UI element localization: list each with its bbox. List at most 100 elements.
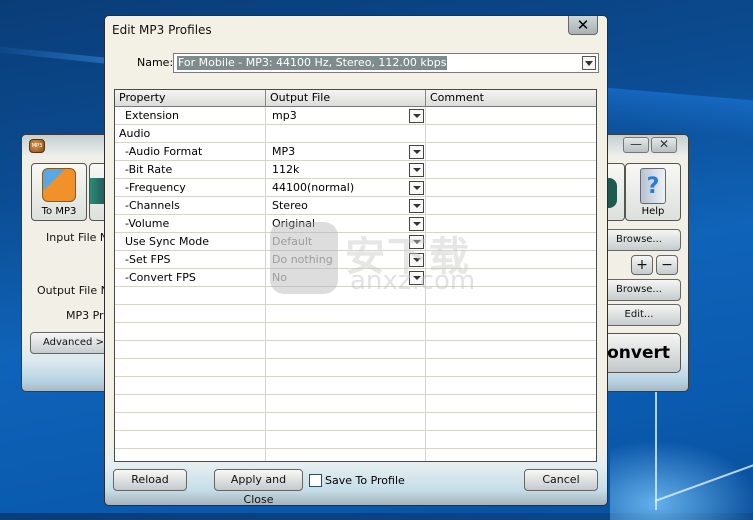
table-row[interactable]: Audio <box>115 125 596 143</box>
chevron-down-icon[interactable] <box>409 199 424 213</box>
empty-cell <box>115 431 266 448</box>
empty-cell <box>115 341 266 358</box>
table-row[interactable]: -Volume Original <box>115 215 596 233</box>
comment-cell[interactable] <box>426 197 596 214</box>
empty-cell <box>266 431 426 448</box>
table-row[interactable]: -Audio Format MP3 <box>115 143 596 161</box>
empty-cell <box>115 413 266 430</box>
property-cell: Audio <box>115 125 266 142</box>
comment-cell[interactable] <box>426 233 596 250</box>
comment-cell[interactable] <box>426 179 596 196</box>
value-cell[interactable]: Do nothing <box>266 251 426 268</box>
remove-button[interactable]: − <box>656 255 678 275</box>
add-button[interactable]: + <box>631 255 653 275</box>
tool-button-partial[interactable] <box>605 163 625 221</box>
property-cell: -Volume <box>115 215 266 232</box>
column-header-output-file[interactable]: Output File <box>266 90 426 106</box>
comment-cell[interactable] <box>426 269 596 286</box>
empty-cell <box>115 395 266 412</box>
table-row[interactable]: Extension mp3 <box>115 107 596 125</box>
chevron-down-icon[interactable] <box>409 145 424 159</box>
empty-cell <box>115 323 266 340</box>
comment-cell[interactable] <box>426 107 596 124</box>
table-row[interactable]: -Channels Stereo <box>115 197 596 215</box>
save-to-profile-label[interactable]: Save To Profile <box>325 474 405 487</box>
empty-cell <box>426 431 596 448</box>
chevron-down-icon[interactable] <box>409 217 424 231</box>
empty-cell <box>115 305 266 322</box>
comment-cell[interactable] <box>426 161 596 178</box>
minimize-button[interactable]: — <box>623 137 649 153</box>
empty-table-row <box>115 287 596 305</box>
chevron-down-icon[interactable] <box>582 56 596 70</box>
save-to-profile-checkbox[interactable] <box>309 474 322 487</box>
close-icon: ✕ <box>576 16 590 34</box>
empty-cell <box>115 287 266 304</box>
table-row[interactable]: -Bit Rate 112k <box>115 161 596 179</box>
cancel-button[interactable]: Cancel <box>524 469 598 491</box>
value-cell[interactable]: Original <box>266 215 426 232</box>
value-cell[interactable]: Stereo <box>266 197 426 214</box>
empty-table-row <box>115 341 596 359</box>
value-cell[interactable]: Default <box>266 233 426 250</box>
value-text: Default <box>272 235 313 248</box>
empty-cell <box>266 395 426 412</box>
empty-cell <box>115 359 266 376</box>
value-cell[interactable]: No <box>266 269 426 286</box>
desktop-glow <box>610 440 753 520</box>
value-text: mp3 <box>272 109 297 122</box>
property-grid: Property Output File Comment Extension mp… <box>114 89 597 462</box>
reload-button[interactable]: Reload <box>113 469 187 491</box>
apply-and-close-button[interactable]: Apply and Close <box>214 469 303 506</box>
value-text: Do nothing <box>272 253 333 266</box>
column-header-comment[interactable]: Comment <box>426 90 596 106</box>
empty-cell <box>266 377 426 394</box>
empty-cell <box>266 287 426 304</box>
empty-cell <box>426 323 596 340</box>
empty-table-row <box>115 305 596 323</box>
browse-output-button[interactable]: Browse... <box>597 279 681 301</box>
chevron-down-icon[interactable] <box>409 181 424 195</box>
profile-name-value[interactable]: For Mobile - MP3: 44100 Hz, Stereo, 112.… <box>177 56 448 70</box>
value-cell[interactable]: MP3 <box>266 143 426 160</box>
value-text: Original <box>272 217 316 230</box>
chevron-down-icon[interactable] <box>409 271 424 285</box>
table-row[interactable]: -Frequency 44100(normal) <box>115 179 596 197</box>
chevron-down-icon[interactable] <box>409 235 424 249</box>
value-text: Stereo <box>272 199 308 212</box>
table-row[interactable]: -Set FPS Do nothing <box>115 251 596 269</box>
chevron-down-icon[interactable] <box>409 163 424 177</box>
grid-body: Extension mp3 Audio -Audio Format MP3 -Bit Ra… <box>115 107 596 461</box>
chevron-down-icon[interactable] <box>409 109 424 123</box>
comment-cell[interactable] <box>426 251 596 268</box>
profile-name-combobox[interactable]: For Mobile - MP3: 44100 Hz, Stereo, 112.… <box>173 53 599 73</box>
to-mp3-button[interactable]: To MP3 <box>31 163 87 221</box>
table-row[interactable]: -Convert FPS No <box>115 269 596 287</box>
mp3-player-icon <box>42 168 76 202</box>
empty-cell <box>426 287 596 304</box>
comment-cell[interactable] <box>426 215 596 232</box>
value-cell[interactable]: mp3 <box>266 107 426 124</box>
dialog-close-button[interactable]: ✕ <box>568 16 598 35</box>
empty-cell <box>266 305 426 322</box>
help-book-icon: ? <box>640 168 666 204</box>
property-cell: Use Sync Mode <box>115 233 266 250</box>
help-button[interactable]: ? Help <box>625 163 681 221</box>
desktop-light-ray <box>655 390 657 510</box>
column-header-property[interactable]: Property <box>115 90 266 106</box>
table-row[interactable]: Use Sync Mode Default <box>115 233 596 251</box>
empty-table-row <box>115 323 596 341</box>
empty-table-row <box>115 395 596 413</box>
empty-cell <box>426 377 596 394</box>
chevron-down-icon[interactable] <box>409 253 424 267</box>
edit-profile-button[interactable]: Edit... <box>597 304 681 326</box>
value-cell[interactable]: 112k <box>266 161 426 178</box>
value-cell[interactable]: 44100(normal) <box>266 179 426 196</box>
browse-input-button[interactable]: Browse... <box>597 229 681 251</box>
comment-cell[interactable] <box>426 143 596 160</box>
property-cell: -Convert FPS <box>115 269 266 286</box>
comment-cell[interactable] <box>426 125 596 142</box>
close-button[interactable]: ✕ <box>651 137 677 153</box>
dialog-title: Edit MP3 Profiles <box>112 23 212 37</box>
empty-cell <box>426 413 596 430</box>
